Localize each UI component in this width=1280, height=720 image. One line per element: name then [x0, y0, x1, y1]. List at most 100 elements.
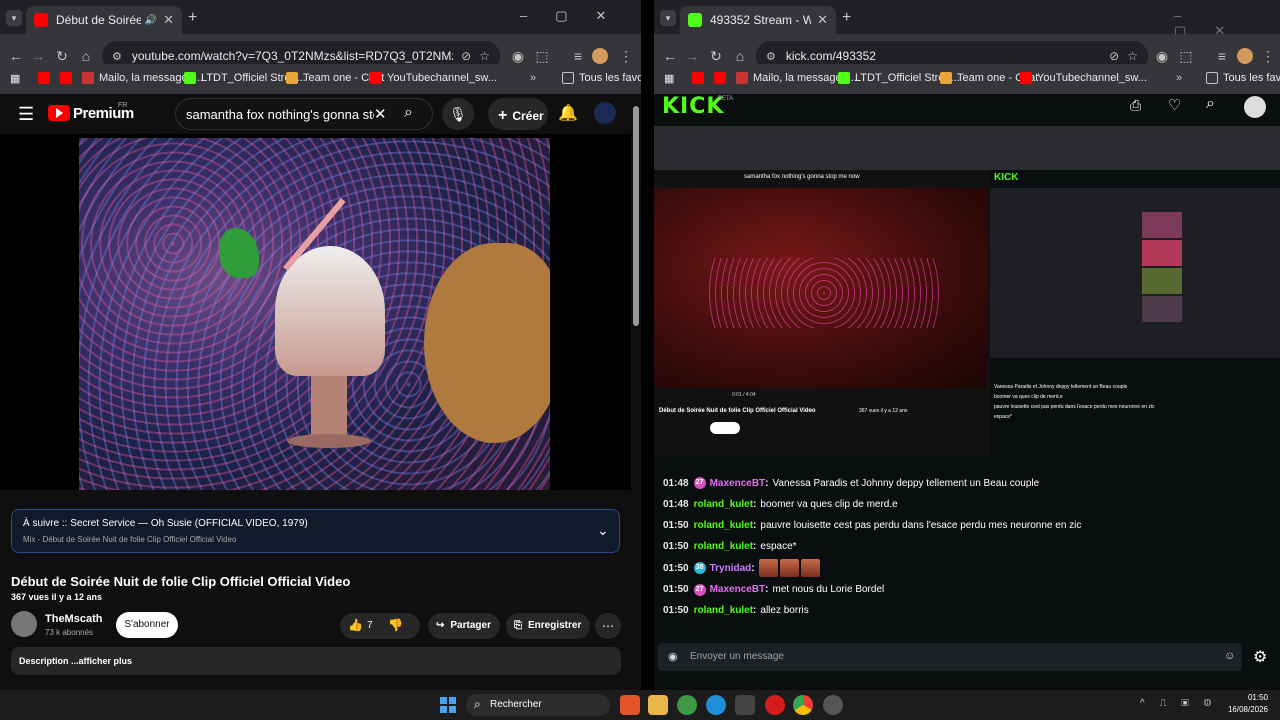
description-box[interactable]: Description ...afficher plus	[11, 647, 621, 675]
apps-grid-icon[interactable]: ▦	[10, 72, 20, 85]
kick-logo[interactable]: KICK	[662, 94, 724, 119]
media-control-icon[interactable]: ≡	[1212, 46, 1232, 66]
site-info-icon[interactable]: ⚙	[766, 50, 776, 63]
account-avatar[interactable]	[594, 102, 616, 124]
drops-icon[interactable]: ⎙	[1130, 97, 1141, 114]
reload-icon[interactable]: ↻	[52, 46, 72, 66]
bookmark-yt2[interactable]	[714, 72, 731, 84]
page-scrollbar[interactable]	[633, 106, 639, 326]
close-tab-icon[interactable]: ✕	[163, 12, 174, 28]
bookmark-star-icon[interactable]: ☆	[479, 49, 490, 63]
forward-icon[interactable]: →	[28, 46, 48, 66]
window-controls[interactable]: –▢✕	[520, 8, 634, 24]
site-info-icon[interactable]: ⚙	[112, 50, 122, 63]
more-bookmarks-icon[interactable]: »	[1176, 72, 1182, 84]
system-tray-icons[interactable]: ^ ⎍ ▣ ◍	[1140, 698, 1218, 709]
windows-start-icon[interactable]	[440, 697, 456, 713]
chat-username[interactable]: roland_kulet	[694, 520, 753, 531]
stream-video[interactable]: samantha fox nothing's gonna stop me now…	[654, 126, 1280, 456]
app-icon-2[interactable]	[823, 695, 843, 715]
menu-dots-icon[interactable]: ⋮	[616, 46, 636, 66]
reload-icon[interactable]: ↻	[706, 46, 726, 66]
close-tab-icon[interactable]: ✕	[817, 12, 828, 28]
tab-search-icon[interactable]: ▾	[660, 10, 676, 26]
opera-icon[interactable]	[765, 695, 785, 715]
home-icon[interactable]: ⌂	[730, 46, 750, 66]
search-icon[interactable]: ⌕	[404, 104, 413, 122]
search-input[interactable]: samantha fox nothing's gonna stop me	[186, 107, 374, 122]
create-button[interactable]: + Créer	[488, 98, 548, 130]
up-next-title[interactable]: À suivre :: Secret Service — Oh Susie (O…	[23, 518, 308, 529]
all-bookmarks[interactable]: Tous les favoris	[562, 72, 641, 84]
voice-search-icon[interactable]: 🎙	[442, 98, 474, 130]
profile-avatar[interactable]	[1237, 48, 1253, 64]
inner-youtube-window: samantha fox nothing's gonna stop me now…	[654, 126, 994, 456]
clock-time[interactable]: 01:50	[1238, 693, 1268, 702]
up-next-panel[interactable]: À suivre :: Secret Service — Oh Susie (O…	[11, 509, 620, 553]
clear-search-icon[interactable]: ✕	[374, 105, 387, 123]
user-avatar[interactable]	[1244, 96, 1266, 118]
new-tab-icon[interactable]: +	[188, 9, 197, 27]
chat-input[interactable]: ◉ Envoyer un message ☺	[658, 643, 1242, 671]
extensions-puzzle-icon[interactable]: ⬚	[532, 46, 552, 66]
apps-grid-icon[interactable]: ▦	[664, 72, 674, 85]
new-tab-icon[interactable]: +	[842, 9, 851, 27]
chrome-icon[interactable]	[793, 695, 813, 715]
clock-date[interactable]: 16/08/2026	[1222, 705, 1268, 714]
emoji-icon[interactable]: ☺	[1224, 650, 1235, 662]
subscribe-button[interactable]: S'abonner	[116, 612, 178, 638]
bookmark-youtubechannel[interactable]: YouTubechannel_sw...	[1020, 72, 1147, 84]
extensions-puzzle-icon[interactable]: ⬚	[1176, 46, 1196, 66]
tab-search-icon[interactable]: ▾	[6, 10, 22, 26]
follow-heart-icon[interactable]: ♡	[1168, 96, 1181, 114]
bookmark-yt1[interactable]	[38, 72, 55, 84]
share-button[interactable]: ↪ Partager	[428, 613, 500, 639]
chat-username[interactable]: roland_kulet	[694, 605, 753, 616]
hide-icon[interactable]: ⊘	[461, 49, 471, 63]
youtube-logo-icon[interactable]	[48, 105, 70, 121]
dislike-button[interactable]: 👎	[388, 618, 403, 632]
extension-icon[interactable]: ◉	[508, 46, 528, 66]
video-player[interactable]	[0, 134, 631, 490]
chrome-green-icon[interactable]	[677, 695, 697, 715]
more-bookmarks-icon[interactable]: »	[530, 72, 536, 84]
chat-username[interactable]: roland_kulet	[694, 499, 753, 510]
taskbar-search[interactable]: ⌕ Rechercher	[466, 694, 610, 716]
bookmark-yt1[interactable]	[692, 72, 709, 84]
chat-settings-gear-icon[interactable]: ⚙	[1253, 647, 1267, 667]
chevron-down-icon[interactable]: ⌄	[597, 522, 609, 539]
back-icon[interactable]: ←	[6, 46, 26, 66]
profile-avatar[interactable]	[592, 48, 608, 64]
channel-name[interactable]: TheMscath	[45, 613, 102, 625]
hide-icon[interactable]: ⊘	[1109, 49, 1119, 63]
extension-icon[interactable]: ◉	[1152, 46, 1172, 66]
channel-avatar[interactable]	[11, 611, 37, 637]
chat-username[interactable]: MaxenceBT	[710, 584, 766, 595]
app-icon[interactable]	[735, 695, 755, 715]
menu-dots-icon[interactable]: ⋮	[1258, 46, 1278, 66]
notifications-bell-icon[interactable]: 🔔	[558, 103, 578, 123]
tab-youtube[interactable]: Début de Soirée Nuit de folie 🔊 ✕	[26, 6, 182, 34]
chat-emote-icon[interactable]: ◉	[668, 650, 678, 663]
search-icon[interactable]: ⌕	[1206, 95, 1215, 113]
chat-username[interactable]: roland_kulet	[694, 541, 753, 552]
back-icon[interactable]: ←	[660, 46, 680, 66]
bookmark-star-icon[interactable]: ☆	[1127, 49, 1138, 63]
edge-icon[interactable]	[706, 695, 726, 715]
search-box[interactable]: samantha fox nothing's gonna stop me ✕ ⌕	[175, 98, 433, 130]
hamburger-menu-icon[interactable]: ☰	[18, 104, 34, 125]
more-actions-icon[interactable]: ⋯	[595, 613, 621, 639]
like-button[interactable]: 👍	[348, 618, 363, 632]
media-control-icon[interactable]: ≡	[568, 46, 588, 66]
bookmark-yt2[interactable]	[60, 72, 77, 84]
save-button[interactable]: ⎘ Enregistrer	[506, 613, 590, 639]
home-icon[interactable]: ⌂	[76, 46, 96, 66]
bookmark-youtubechannel[interactable]: YouTubechannel_sw...	[370, 72, 497, 84]
forward-icon[interactable]: →	[682, 46, 702, 66]
all-bookmarks[interactable]: Tous les favoris	[1206, 72, 1280, 84]
tab-kick[interactable]: 493352 Stream - Watch Live on ✕	[680, 6, 836, 34]
chat-username[interactable]: Trynidad	[710, 563, 752, 574]
chat-username[interactable]: MaxenceBT	[710, 478, 766, 489]
file-explorer-icon[interactable]	[648, 695, 668, 715]
brave-icon[interactable]	[620, 695, 640, 715]
